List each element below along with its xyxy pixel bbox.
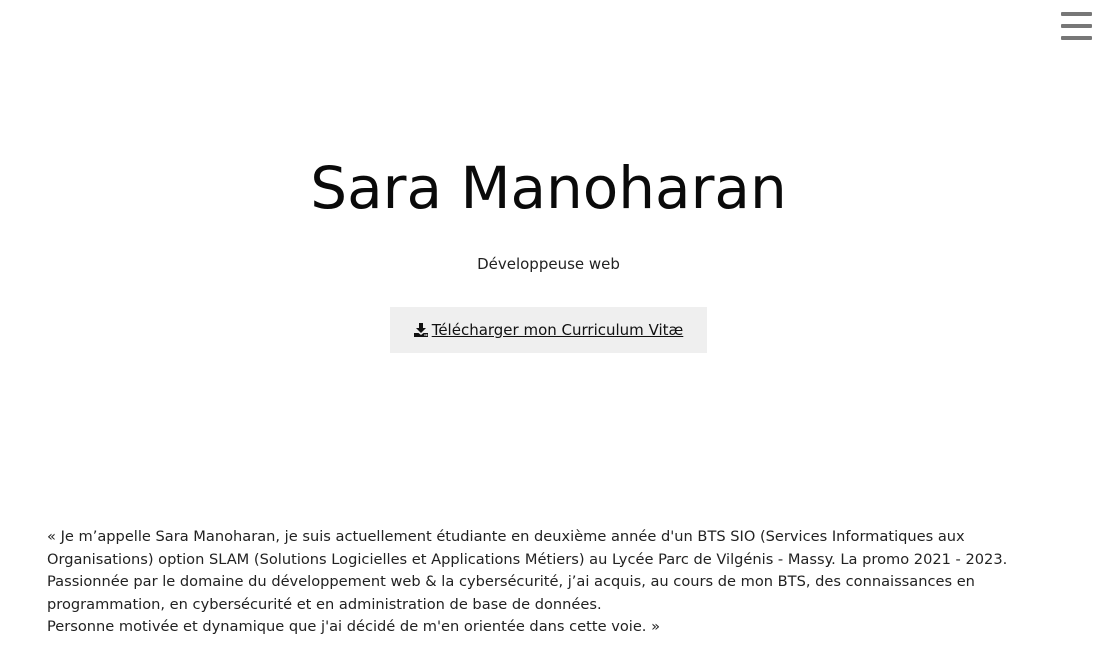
download-cv-button[interactable]: Télécharger mon Curriculum Vitæ (389, 307, 708, 353)
hero-section: Sara Manoharan Développeuse web Téléchar… (0, 150, 1097, 353)
about-paragraph-1: « Je m’appelle Sara Manoharan, je suis a… (47, 528, 1008, 568)
profile-name: Sara Manoharan (310, 154, 787, 222)
about-section: « Je m’appelle Sara Manoharan, je suis a… (47, 526, 1057, 639)
profile-role: Développeuse web (477, 255, 620, 273)
about-paragraph-2: Passionnée par le domaine du développeme… (47, 573, 975, 613)
download-icon (413, 323, 428, 337)
menu-bar (1061, 12, 1092, 16)
menu-bar (1061, 24, 1092, 28)
about-paragraph-3: Personne motivée et dynamique que j'ai d… (47, 618, 661, 636)
page: Sara Manoharan Développeuse web Téléchar… (0, 0, 1097, 656)
hamburger-menu-icon[interactable] (1061, 12, 1092, 40)
download-cv-label: Télécharger mon Curriculum Vitæ (431, 321, 684, 339)
menu-bar (1061, 36, 1092, 40)
